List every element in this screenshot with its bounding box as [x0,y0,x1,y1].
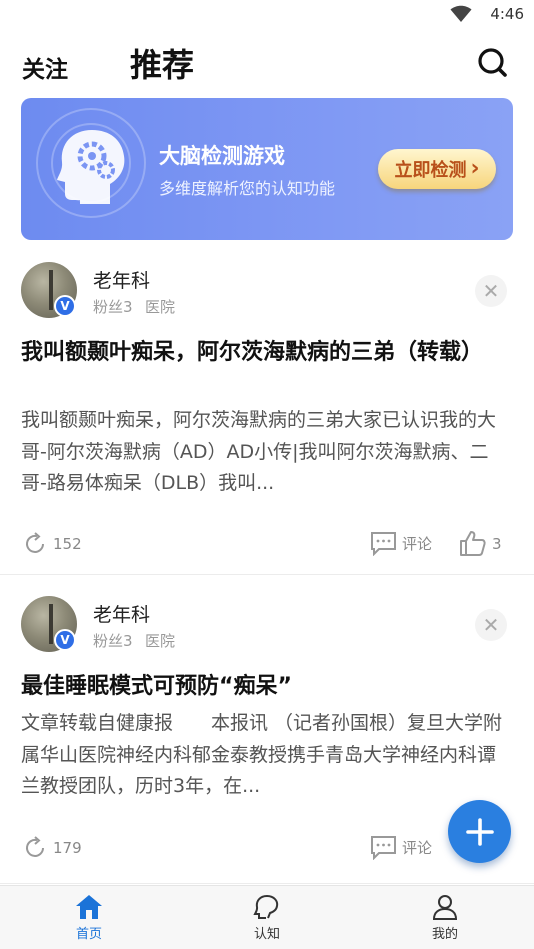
nav-cognition-label: 认知 [253,927,280,942]
verified-badge-icon: V [54,295,76,317]
person-icon [432,895,458,920]
search-icon[interactable] [476,46,510,80]
bottom-nav: 首页 认知 我的 [0,885,534,949]
status-bar: 4:46 [0,0,534,30]
wifi-icon [450,5,472,27]
views-stat: 179 [22,835,82,861]
thumbs-up-icon [460,531,486,556]
post-card[interactable]: V 老年科 粉丝3 医院 ✕ 我叫额颞叶痴呆，阿尔茨海默病的三弟（转载） 我叫额… [0,250,534,575]
author-fans: 粉丝3 [93,632,133,650]
comment-button[interactable]: 评论 [370,531,432,556]
post-body[interactable]: 我叫额颞叶痴呆，阿尔茨海默病的三弟大家已认识我的大哥-阿尔茨海默病（AD）AD小… [21,405,513,500]
close-icon[interactable]: ✕ [475,275,507,307]
comment-label: 评论 [402,839,433,857]
start-test-button[interactable]: 立即检测 › [378,149,496,189]
start-test-label: 立即检测 [394,160,467,181]
author-fans: 粉丝3 [93,298,133,316]
comment-icon [371,836,396,860]
author-category: 医院 [145,632,176,650]
comment-icon [371,532,396,556]
close-icon[interactable]: ✕ [475,609,507,641]
brain-test-banner[interactable]: 大脑检测游戏 多维度解析您的认知功能 立即检测 › [21,98,513,240]
views-count: 179 [53,839,82,857]
create-post-button[interactable] [448,800,511,863]
nav-mine[interactable]: 我的 [385,886,505,949]
post-title[interactable]: 最佳睡眠模式可预防“痴呆” [21,671,515,702]
verified-badge-icon: V [54,629,76,651]
post-title[interactable]: 我叫额颞叶痴呆，阿尔茨海默病的三弟（转载） [21,337,515,368]
author-name[interactable]: 老年科 [93,266,150,293]
banner-title: 大脑检测游戏 [159,144,285,168]
chevron-right-icon: › [470,156,480,181]
status-time: 4:46 [490,5,524,23]
home-icon [76,895,102,919]
author-category: 医院 [145,298,176,316]
refresh-icon [26,836,44,857]
nav-home-label: 首页 [75,927,102,942]
comment-button[interactable]: 评论 [370,835,432,860]
views-count: 152 [53,535,82,553]
author-name[interactable]: 老年科 [93,600,150,627]
tab-follow[interactable]: 关注 [22,50,68,84]
comment-label: 评论 [402,535,433,553]
tab-recommend[interactable]: 推荐 [130,40,194,86]
brain-gear-icon [54,126,130,210]
head-outline-icon [253,895,279,919]
nav-cognition[interactable]: 认知 [207,886,327,949]
plus-icon [465,817,494,846]
views-stat: 152 [22,531,82,557]
like-button[interactable]: 3 [459,530,502,557]
header-tabs: 关注 推荐 [0,30,534,96]
post-body[interactable]: 文章转载自健康报 本报讯 （记者孙国根）复旦大学附属华山医院神经内科郁金泰教授携… [21,708,513,803]
nav-mine-label: 我的 [431,927,458,942]
like-count: 3 [492,534,502,553]
nav-home[interactable]: 首页 [29,886,149,949]
refresh-icon [26,532,44,553]
banner-subtitle: 多维度解析您的认知功能 [159,179,336,198]
